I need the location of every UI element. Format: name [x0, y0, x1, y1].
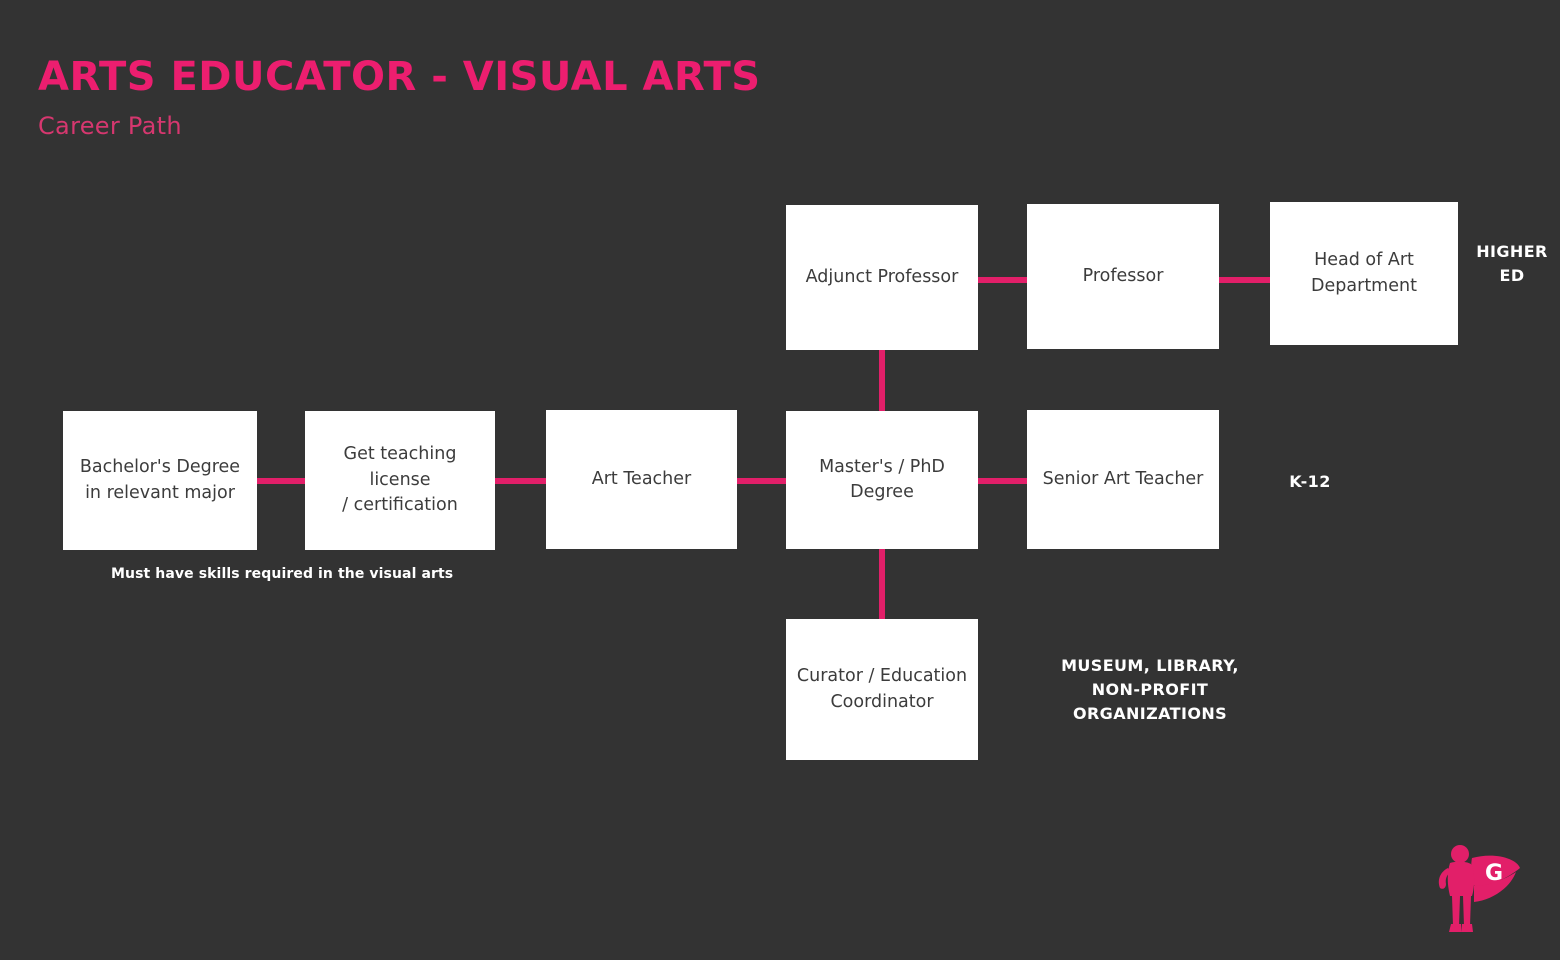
track-label-museum-nonprofit: MUSEUM, LIBRARY, NON-PROFIT ORGANIZATION… — [1030, 654, 1270, 726]
connector-masters-to-senior-art-teacher — [972, 478, 1034, 484]
connector-license-to-art-teacher — [488, 478, 552, 484]
connector-masters-to-adjunct — [879, 344, 885, 418]
node-adjunct-professor-line1: Adjunct Professor — [805, 266, 959, 287]
caption-skills-note: Must have skills required in the visual … — [111, 566, 454, 582]
node-curator-line2: Coordinator — [830, 691, 934, 712]
node-head-of-art-dept-line2: Department — [1311, 275, 1417, 296]
node-teaching-license[interactable]: Get teaching license / certification — [305, 411, 495, 550]
track-label-museum-line1: MUSEUM, LIBRARY, — [1061, 656, 1239, 675]
node-bachelors-degree[interactable]: Bachelor's Degree in relevant major — [63, 411, 257, 550]
node-curator-line1: Curator / Education — [796, 666, 968, 687]
page-title: ARTS EDUCATOR - VISUAL ARTS — [38, 54, 761, 100]
track-label-museum-line3: ORGANIZATIONS — [1072, 704, 1228, 723]
node-professor[interactable]: Professor — [1027, 204, 1219, 349]
node-masters-phd-line2: Degree — [850, 482, 914, 502]
node-head-of-art-dept-line1: Head of Art — [1314, 250, 1414, 271]
track-label-higher-ed: HIGHER ED — [1462, 240, 1560, 288]
career-path-diagram: ARTS EDUCATOR - VISUAL ARTS Career Path … — [0, 0, 1560, 960]
node-senior-art-teacher[interactable]: Senior Art Teacher — [1027, 410, 1219, 549]
node-bachelors-line2: in relevant major — [85, 482, 235, 503]
node-teaching-license-line1: Get teaching license — [343, 444, 457, 490]
brand-logo: G — [1428, 834, 1524, 938]
node-bachelors-line1: Bachelor's Degree — [79, 457, 241, 478]
node-teaching-license-line2: / certification — [342, 495, 458, 516]
node-adjunct-professor[interactable]: Adjunct Professor — [786, 205, 978, 350]
node-art-teacher-line1: Art Teacher — [591, 468, 692, 489]
node-art-teacher[interactable]: Art Teacher — [546, 410, 737, 549]
logo-letter: G — [1485, 861, 1503, 886]
track-label-higher-ed-line1: HIGHER — [1476, 242, 1548, 261]
page-subtitle: Career Path — [38, 112, 182, 140]
connector-masters-to-curator — [879, 543, 885, 621]
track-label-museum-line2: NON-PROFIT — [1091, 680, 1209, 699]
node-masters-phd-line1: Master's / PhD — [819, 456, 945, 477]
node-senior-art-teacher-line1: Senior Art Teacher — [1042, 468, 1204, 489]
connector-adjunct-to-professor — [972, 277, 1034, 283]
connector-bachelors-to-license — [250, 478, 312, 484]
node-curator-education-coordinator[interactable]: Curator / Education Coordinator — [786, 619, 978, 760]
track-label-k12-text: K-12 — [1289, 472, 1331, 491]
track-label-k12: K-12 — [1260, 470, 1360, 494]
node-head-of-art-department[interactable]: Head of Art Department — [1270, 202, 1458, 345]
track-label-higher-ed-line2: ED — [1499, 266, 1525, 285]
connector-art-teacher-to-masters — [730, 478, 792, 484]
node-professor-line1: Professor — [1082, 265, 1164, 286]
node-masters-phd-degree[interactable]: Master's / PhD Degree — [786, 411, 978, 549]
connector-professor-to-head-of-dept — [1213, 277, 1276, 283]
